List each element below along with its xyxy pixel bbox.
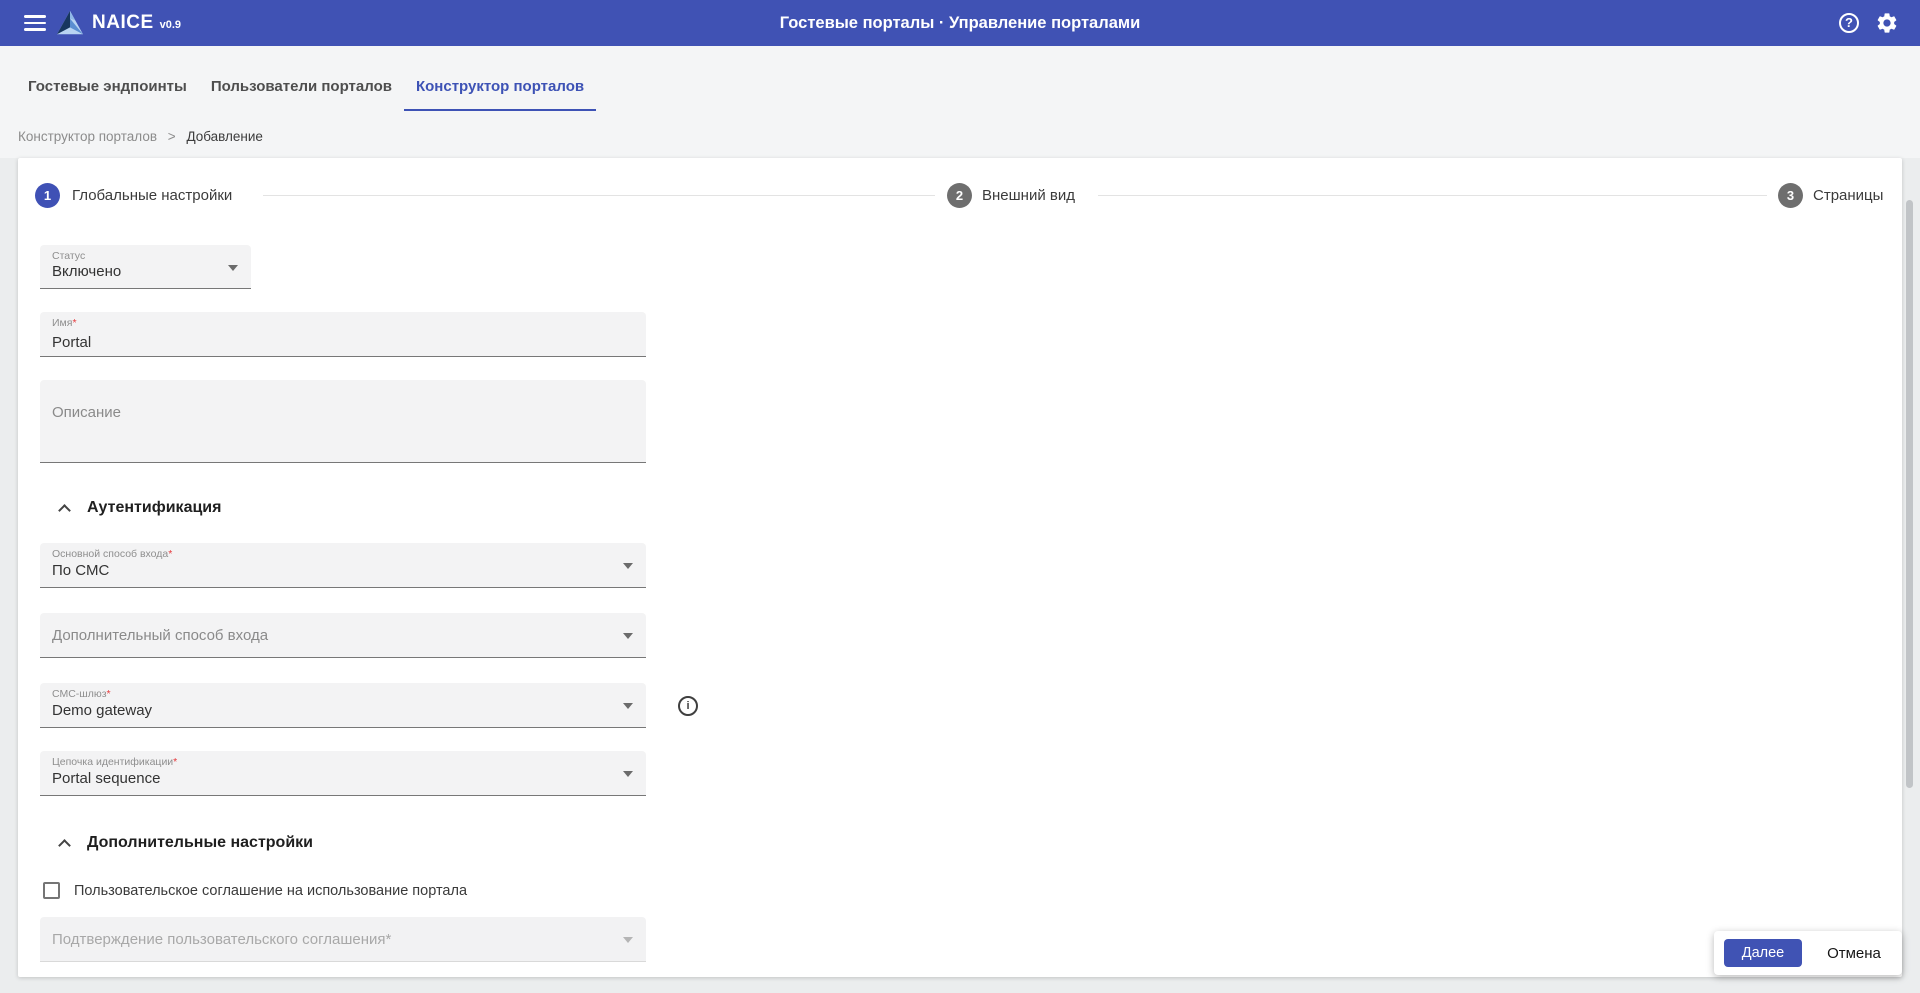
dropdown-arrow-icon xyxy=(228,265,238,271)
step-2-label: Внешний вид xyxy=(982,187,1075,204)
step-1-label: Глобальные настройки xyxy=(72,187,232,204)
info-icon[interactable]: i xyxy=(678,696,698,716)
identification-chain-label: Цепочка идентификации* xyxy=(52,756,177,768)
collapse-chevron-icon[interactable] xyxy=(58,839,71,852)
primary-login-value: По СМС xyxy=(52,562,109,579)
sms-gateway-label: СМС-шлюз* xyxy=(52,688,111,700)
step-3-label: Страницы xyxy=(1813,187,1883,204)
secondary-login-placeholder: Дополнительный способ входа xyxy=(52,613,268,657)
identification-chain-value: Portal sequence xyxy=(52,770,160,787)
primary-login-label: Основной способ входа* xyxy=(52,548,172,560)
app-logo-icon xyxy=(56,10,84,36)
identification-chain-select[interactable]: Цепочка идентификации* Portal sequence xyxy=(40,751,646,796)
required-asterisk: * xyxy=(168,548,172,560)
sms-gateway-value: Demo gateway xyxy=(52,702,152,719)
status-value: Включено xyxy=(52,263,121,280)
description-textarea[interactable] xyxy=(40,380,646,462)
status-select[interactable]: Статус Включено xyxy=(40,245,251,289)
app-bar: NAICE v0.9 Гостевые порталы · Управление … xyxy=(0,0,1920,46)
status-label: Статус xyxy=(52,250,85,262)
section-additional-settings-title: Дополнительные настройки xyxy=(87,834,313,852)
vertical-scrollbar[interactable] xyxy=(1906,200,1913,788)
brand-name: NAICE xyxy=(92,12,154,33)
section-authentication: Аутентификация xyxy=(58,499,221,517)
section-authentication-title: Аутентификация xyxy=(87,499,221,517)
page-title: Гостевые порталы · Управление порталами xyxy=(0,0,1920,46)
tab-portal-builder[interactable]: Конструктор порталов xyxy=(404,64,596,111)
content-card: 1 Глобальные настройки 2 Внешний вид 3 С… xyxy=(18,158,1902,977)
tab-guest-endpoints[interactable]: Гостевые эндпоинты xyxy=(16,64,199,111)
dropdown-arrow-icon xyxy=(623,563,633,569)
description-field xyxy=(40,380,646,463)
user-agreement-checkbox-label: Пользовательское соглашение на использов… xyxy=(74,883,467,899)
agreement-confirmation-placeholder: Подтверждение пользовательского соглашен… xyxy=(52,917,391,961)
name-field: Имя* xyxy=(40,312,646,357)
user-agreement-checkbox-row[interactable]: Пользовательское соглашение на использов… xyxy=(43,882,467,899)
dropdown-arrow-icon xyxy=(623,937,633,943)
dropdown-arrow-icon xyxy=(623,703,633,709)
required-asterisk: * xyxy=(107,688,111,700)
settings-gear-icon[interactable] xyxy=(1875,11,1899,35)
secondary-login-method-select[interactable]: Дополнительный способ входа xyxy=(40,613,646,658)
help-icon[interactable]: ? xyxy=(1839,13,1859,33)
tab-bar: Гостевые эндпоинты Пользователи порталов… xyxy=(16,64,596,111)
name-input[interactable] xyxy=(40,312,646,356)
step-2-circle[interactable]: 2 xyxy=(947,183,972,208)
step-3-circle[interactable]: 3 xyxy=(1778,183,1803,208)
section-additional-settings: Дополнительные настройки xyxy=(58,834,313,852)
stepper-connector xyxy=(1098,195,1767,196)
breadcrumb-separator: > xyxy=(168,129,176,144)
brand-version: v0.9 xyxy=(160,19,181,31)
cancel-button[interactable]: Отмена xyxy=(1812,939,1896,967)
sms-gateway-select[interactable]: СМС-шлюз* Demo gateway xyxy=(40,683,646,728)
primary-login-method-select[interactable]: Основной способ входа* По СМС xyxy=(40,543,646,588)
dropdown-arrow-icon xyxy=(623,771,633,777)
wizard-actions: Далее Отмена xyxy=(1714,931,1902,975)
agreement-confirmation-select: Подтверждение пользовательского соглашен… xyxy=(40,917,646,962)
step-1-circle[interactable]: 1 xyxy=(35,183,60,208)
breadcrumb-current: Добавление xyxy=(186,129,263,144)
next-button[interactable]: Далее xyxy=(1724,939,1802,967)
menu-hamburger-icon[interactable] xyxy=(24,15,46,31)
breadcrumb: Конструктор порталов > Добавление xyxy=(18,129,263,144)
collapse-chevron-icon[interactable] xyxy=(58,504,71,517)
required-asterisk: * xyxy=(173,756,177,768)
dropdown-arrow-icon xyxy=(623,633,633,639)
checkbox-unchecked-icon[interactable] xyxy=(43,882,60,899)
breadcrumb-parent-link[interactable]: Конструктор порталов xyxy=(18,129,157,144)
stepper-connector xyxy=(263,195,935,196)
tab-portal-users[interactable]: Пользователи порталов xyxy=(199,64,404,111)
app-brand: NAICE v0.9 xyxy=(92,0,181,46)
